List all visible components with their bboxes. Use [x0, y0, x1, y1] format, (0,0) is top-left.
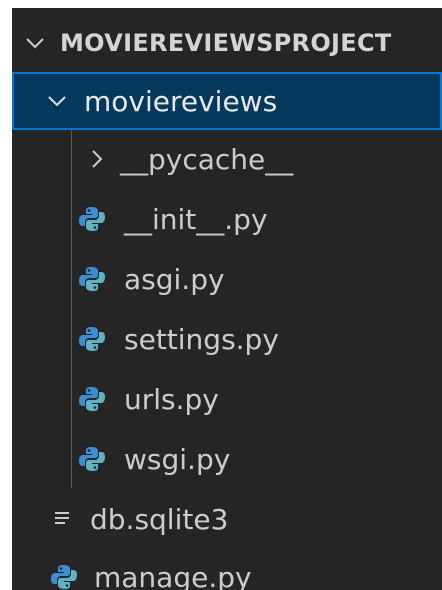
folder-pycache[interactable]: __pycache__	[12, 130, 442, 188]
file-label: manage.py	[94, 560, 252, 590]
folder-label: movierevie​ws	[84, 84, 278, 118]
file-manage-py[interactable]: manage.py	[12, 548, 442, 590]
python-file-icon	[78, 325, 106, 353]
python-file-icon	[78, 445, 106, 473]
file-label: asgi.py	[124, 262, 225, 296]
folder-label: __pycache__	[120, 142, 294, 176]
python-file-icon	[78, 205, 106, 233]
chevron-down-icon	[44, 88, 70, 114]
folder-movierevie ws[interactable]: movierevie​ws	[12, 72, 442, 130]
file-label: db.sqlite3	[90, 502, 229, 536]
file-label: __init__.py	[124, 202, 268, 236]
python-file-icon	[78, 385, 106, 413]
file-label: wsgi.py	[124, 442, 231, 476]
project-title: MOVIEREVIEWSPROJECT	[60, 29, 392, 57]
file-init-py[interactable]: __init__.py	[12, 190, 442, 248]
file-label: settings.py	[124, 322, 279, 356]
explorer-panel: MOVIEREVIEWSPROJECT movierevie​ws __pyca…	[12, 8, 442, 590]
text-file-icon	[52, 507, 76, 531]
file-urls-py[interactable]: urls.py	[12, 370, 442, 428]
chevron-down-icon	[22, 30, 48, 56]
project-header[interactable]: MOVIEREVIEWSPROJECT	[12, 14, 442, 72]
python-file-icon	[50, 563, 78, 590]
file-settings-py[interactable]: settings.py	[12, 310, 442, 368]
chevron-right-icon	[84, 146, 110, 172]
python-file-icon	[78, 265, 106, 293]
file-wsgi-py[interactable]: wsgi.py	[12, 430, 442, 488]
file-label: urls.py	[124, 382, 219, 416]
file-asgi-py[interactable]: asgi.py	[12, 250, 442, 308]
file-db-sqlite3[interactable]: db.sqlite3	[12, 490, 442, 548]
